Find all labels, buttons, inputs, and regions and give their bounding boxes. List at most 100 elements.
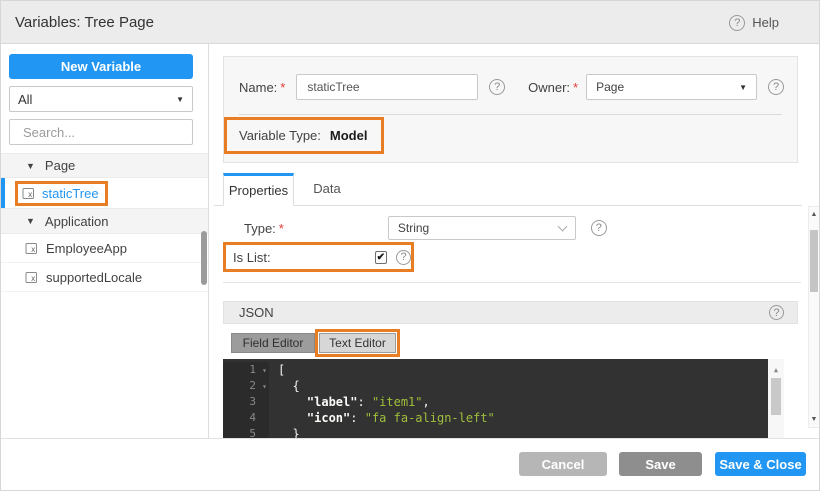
type-row: Type: * String ? [244,215,804,241]
svg-text:x: x [31,274,36,283]
tab-properties[interactable]: Properties [223,173,294,206]
text-editor-highlight-box: Text Editor [315,329,400,357]
variable-search[interactable] [9,119,199,145]
tabbar: Properties Data [214,173,802,206]
code-text: "icon": "fa fa-align-left" [306,411,495,425]
code-line: 1 ▾ [ [223,362,784,378]
owner-selected-value: Page [596,80,625,94]
line-number: 3 [249,395,256,408]
save-button[interactable]: Save [619,452,702,476]
editor-scrollbar[interactable]: ▲ [768,359,784,438]
json-help-icon[interactable]: ? [769,305,784,320]
editor-scrollbar-thumb[interactable] [771,378,781,415]
code-text: } [278,427,300,438]
dialog-title: Variables: Tree Page [15,14,154,31]
tab-data[interactable]: Data [301,172,353,205]
variable-type-highlight-box: Variable Type: Model [224,117,385,154]
code-line: 2 ▾ { [223,378,784,394]
is-list-help-icon[interactable]: ? [396,249,411,265]
help-button[interactable]: ? Help [729,1,779,44]
type-help-icon[interactable]: ? [590,220,607,236]
dialog-footer: Cancel Save Save & Close [1,438,819,490]
content-scrollbar-thumb[interactable] [810,230,818,292]
code-line: 3 "label": "item1", [223,394,784,410]
tree-item-supportedlocale[interactable]: x supportedLocale [1,263,208,292]
required-marker: * [573,79,579,95]
svg-text:x: x [28,190,33,199]
variable-icon: x [22,187,34,199]
code-lines: 1 ▾ [ 2 ▾ { 3 "label": "item1", 4 "icon": … [223,362,784,438]
scroll-up-icon[interactable]: ▲ [768,362,784,378]
owner-select[interactable]: Page ▼ [586,74,757,100]
tree-expand-icon[interactable]: ▼ [26,216,35,226]
code-text: { [278,379,300,393]
is-list-highlight-box: Is List: ✔ ? [223,242,414,272]
is-list-checkbox[interactable]: ✔ [374,250,387,264]
tree-item-label: EmployeeApp [46,240,127,256]
search-input[interactable] [23,124,199,140]
json-section-title: JSON [239,305,274,320]
filter-selected-value: All [18,91,33,107]
owner-help-icon[interactable]: ? [768,79,784,95]
code-line: 4 "icon": "fa fa-align-left" [223,410,784,426]
content-scrollbar[interactable]: ▲ ▼ [808,206,819,428]
dialog-titlebar: Variables: Tree Page ? Help [1,1,819,44]
code-text: [ [278,363,286,377]
tree-expand-icon[interactable]: ▼ [26,161,35,171]
highlight-box: x staticTree [15,180,108,206]
owner-label: Owner: [528,79,571,95]
is-list-label: Is List: [233,249,271,265]
type-selected-value: String [397,221,430,235]
divider [223,282,801,283]
divider [239,114,782,115]
new-variable-button[interactable]: New Variable [9,54,193,79]
type-label: Type: [244,220,276,236]
tree-group-label: Application [44,213,109,229]
name-label: Name: [239,79,278,95]
code-line: 5 } [223,426,784,438]
sidebar-scrollbar-thumb[interactable] [201,231,207,285]
check-icon: ✔ [376,251,385,263]
help-label[interactable]: Help [752,15,779,30]
tree-group-page[interactable]: ▼ Page [1,153,208,178]
main-panel: Name: * ? Owner: * Page ▼ ? Variable Typ… [209,44,819,438]
type-select[interactable]: String [387,216,576,240]
scroll-down-icon[interactable]: ▼ [809,416,819,423]
tree-item-employeeapp[interactable]: x EmployeeApp [1,234,208,263]
help-icon[interactable]: ? [729,14,746,31]
line-number: 2 [249,379,256,392]
name-input[interactable] [296,74,479,100]
tree-group-application[interactable]: ▼ Application [1,208,208,234]
text-editor-button[interactable]: Text Editor [319,333,396,353]
tree-group-label: Page [44,158,76,173]
variables-sidebar: New Variable All ▼ ▼ Page x [1,44,209,438]
editor-mode-toggle: Field Editor Text Editor [231,329,400,357]
variable-type-label: Variable Type: [239,128,321,143]
required-marker: * [280,79,286,95]
variables-dialog: Variables: Tree Page ? Help New Variable… [0,0,820,491]
save-and-close-button[interactable]: Save & Close [715,452,806,476]
line-number: 4 [249,411,256,424]
caret-down-icon: ▼ [176,94,184,104]
chevron-down-icon [557,221,568,232]
variables-tree: ▼ Page x staticTree ▼ Application x Empl… [1,153,208,292]
code-text: "label": "item1", [306,395,430,409]
variable-filter-select[interactable]: All ▼ [9,86,193,112]
required-marker: * [278,220,284,236]
cancel-button[interactable]: Cancel [519,452,607,476]
fold-arrow-icon[interactable]: ▾ [262,379,267,395]
tree-item-statictree[interactable]: x staticTree [1,178,208,208]
scroll-up-icon[interactable]: ▲ [809,211,819,218]
field-editor-button[interactable]: Field Editor [231,333,315,353]
selected-indicator-bar [1,178,5,208]
json-code-editor[interactable]: 1 ▾ [ 2 ▾ { 3 "label": "item1", 4 "icon": … [223,359,784,438]
fold-arrow-icon[interactable]: ▾ [262,363,267,379]
variable-type-value: Model [329,128,368,143]
variable-summary-panel: Name: * ? Owner: * Page ▼ ? Variable Typ… [223,56,798,163]
line-number: 5 [249,427,256,438]
name-owner-row: Name: * ? Owner: * Page ▼ ? [239,74,784,100]
tree-item-label: supportedLocale [46,269,143,285]
variable-icon: x [25,242,37,254]
json-section-header: JSON ? [223,301,798,324]
name-help-icon[interactable]: ? [489,79,506,95]
